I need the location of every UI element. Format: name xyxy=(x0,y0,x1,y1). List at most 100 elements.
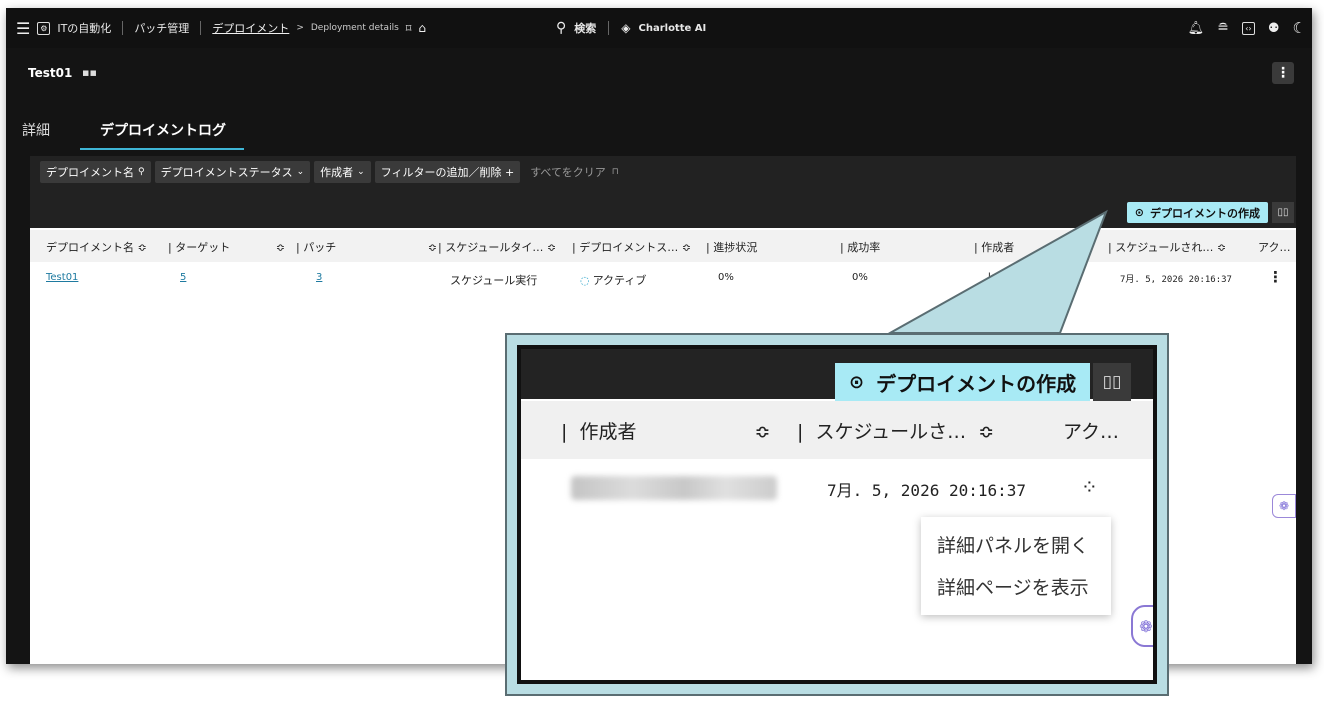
filter-deployment-status[interactable]: デプロイメントステータス ⌄ xyxy=(154,161,311,183)
column-header-progress[interactable]: | 進捗状況 xyxy=(706,239,757,255)
header-label: アク… xyxy=(1063,421,1120,443)
target-count-link[interactable]: 5 xyxy=(180,272,186,283)
play-circle-icon: ⊙ xyxy=(849,371,865,393)
zoom-content: ⊙ デプロイメントの作成 ▯▯ | 作成者 ≎ | スケジュールさ… ≎ アク… … xyxy=(517,345,1157,684)
app-name[interactable]: ITの自動化 xyxy=(57,20,111,36)
it-automation-icon: ⚙ xyxy=(37,21,51,35)
success-rate-cell: 0% xyxy=(852,272,868,283)
filter-label: フィルターの追加／削除 + xyxy=(380,166,515,179)
patch-count-link[interactable]: 3 xyxy=(316,272,322,283)
row-actions-kebab-icon[interactable]: ⋮ xyxy=(1268,268,1283,286)
row-actions-menu: 詳細パネルを開く 詳細ページを表示 xyxy=(921,517,1111,615)
table-row: Test01 5 3 スケジュール実行 ◌ アクティブ 0% 0% kent 7月… xyxy=(30,262,1296,294)
play-circle-icon: ⊙ xyxy=(1134,206,1144,219)
column-header-success-rate[interactable]: | 成功率 xyxy=(840,239,880,255)
page-title: Test01 xyxy=(28,66,73,80)
charlotte-ai-icon[interactable]: ◈ xyxy=(621,21,630,35)
code-icon[interactable]: ‹› xyxy=(1241,21,1255,35)
section-name[interactable]: パッチ管理 xyxy=(134,20,189,36)
header-label: スケジュールタイ… xyxy=(445,241,544,254)
column-header-author[interactable]: | 作成者 xyxy=(974,239,1014,255)
add-remove-filter-button[interactable]: フィルターの追加／削除 + xyxy=(374,161,521,183)
zoom-create-deployment-button[interactable]: ⊙ デプロイメントの作成 xyxy=(835,363,1091,401)
column-header-schedule-type[interactable]: | スケジュールタイ… ≎ xyxy=(438,239,556,255)
tab-deployment-log[interactable]: デプロイメントログ xyxy=(80,116,244,150)
home-icon[interactable]: ⌂ xyxy=(418,21,426,35)
column-header-scheduled[interactable]: | スケジュールされ… ≎ xyxy=(1108,239,1226,255)
redacted-author xyxy=(571,476,777,500)
deployment-name-link[interactable]: Test01 xyxy=(46,272,78,283)
filter-author[interactable]: 作成者 ⌄ xyxy=(314,161,371,183)
menu-item-view-detail-page[interactable]: 詳細ページを表示 xyxy=(937,573,1089,600)
chevron-down-icon: ⌄ xyxy=(296,167,305,177)
charlotte-ai-bubble-icon[interactable]: ❁ xyxy=(1272,494,1296,518)
separator xyxy=(200,21,202,35)
tab-bar: 詳細 デプロイメントログ xyxy=(6,116,244,150)
author-cell: kent xyxy=(988,272,1010,283)
create-deployment-label: デプロイメントの作成 xyxy=(1150,206,1260,220)
moon-icon[interactable]: ☾ xyxy=(1293,19,1306,37)
header-label: デプロイメント名 xyxy=(46,241,134,254)
zoom-row-actions-icon[interactable]: ⁘ xyxy=(1081,475,1098,499)
scheduled-time-cell: 7月. 5, 2026 20:16:37 xyxy=(1120,275,1232,285)
tab-details[interactable]: 詳細 xyxy=(6,116,66,148)
zoom-table-row: 7月. 5, 2026 20:16:37 ⁘ xyxy=(521,459,1153,519)
zoom-scheduled-time: 7月. 5, 2026 20:16:37 xyxy=(827,481,1027,500)
filter-label: 作成者 xyxy=(320,166,354,179)
charlotte-ai-label[interactable]: Charlotte AI xyxy=(639,23,707,34)
header-label: ターゲット xyxy=(175,241,231,254)
zoom-charlotte-ai-bubble-icon[interactable]: ❁ xyxy=(1131,605,1153,647)
bookmark-icon[interactable]: ⌑ xyxy=(406,22,412,35)
zoom-header-scheduled[interactable]: | スケジュールさ… ≎ xyxy=(797,417,994,444)
bell-icon[interactable]: 🔔︎ xyxy=(1188,21,1205,36)
top-navigation-bar: ☰ ⚙ ITの自動化 パッチ管理 デプロイメント > Deployment de… xyxy=(6,8,1312,48)
zoom-header-author[interactable]: | 作成者 ≎ xyxy=(561,417,770,444)
create-deployment-button[interactable]: ⊙ デプロイメントの作成 xyxy=(1126,202,1268,223)
search-icon: ⚲ xyxy=(138,167,145,177)
header-label: 成功率 xyxy=(847,241,881,254)
column-settings-icon[interactable]: ▯▯ xyxy=(1272,202,1294,223)
clear-all-label: すべてをクリア xyxy=(530,166,606,179)
search-label[interactable]: 検索 xyxy=(574,20,596,36)
lock-icon: ⊓ xyxy=(611,167,619,177)
table-header: デプロイメント名 ≎ | ターゲット ≎ | パッチ ≎ | スケジュールタイ…… xyxy=(30,230,1296,262)
column-header-name[interactable]: デプロイメント名 ≎ xyxy=(46,239,147,255)
zoom-callout: ⊙ デプロイメントの作成 ▯▯ | 作成者 ≎ | スケジュールさ… ≎ アク… … xyxy=(505,333,1169,696)
separator xyxy=(122,21,124,35)
header-label: スケジュールされ… xyxy=(1115,241,1214,254)
column-header-target[interactable]: | ターゲット ≎ xyxy=(168,239,285,255)
search-icon[interactable]: ⚲ xyxy=(556,20,566,36)
column-header-patch[interactable]: | パッチ ≎ xyxy=(296,239,437,255)
header-label: 進捗状況 xyxy=(713,241,758,254)
chevron-down-icon: ⌄ xyxy=(357,167,365,177)
page-menu-button[interactable]: ⋮ xyxy=(1272,62,1294,84)
menu-item-open-detail-panel[interactable]: 詳細パネルを開く xyxy=(937,531,1089,558)
column-header-status[interactable]: | デプロイメントス… ≎ xyxy=(572,239,691,255)
user-icon[interactable]: ⚉ xyxy=(1268,21,1280,36)
filter-deployment-name[interactable]: デプロイメント名 ⚲ xyxy=(40,161,151,183)
header-label: 作成者 xyxy=(981,241,1015,254)
filter-label: デプロイメントステータス xyxy=(160,166,293,179)
breadcrumb-separator: > xyxy=(296,23,304,33)
header-label: 作成者 xyxy=(579,421,637,443)
header-label: スケジュールさ… xyxy=(815,421,967,443)
stack-icon[interactable]: ≘ xyxy=(1217,20,1229,36)
filter-label: デプロイメント名 xyxy=(46,166,134,179)
progress-cell: 0% xyxy=(718,272,734,283)
schedule-type-cell: スケジュール実行 xyxy=(450,274,538,287)
spinner-icon: ◌ xyxy=(580,274,590,287)
clear-all-button[interactable]: すべてをクリア ⊓ xyxy=(524,161,625,183)
column-header-actions: アク… xyxy=(1258,239,1290,255)
header-label: アク… xyxy=(1258,241,1291,254)
status-cell: ◌ アクティブ xyxy=(580,272,646,288)
separator xyxy=(608,21,610,35)
zoom-header-actions: アク… xyxy=(1063,417,1119,444)
zoom-table-header: | 作成者 ≎ | スケジュールさ… ≎ アク… xyxy=(521,401,1153,459)
windows-icon: ▪▪ xyxy=(82,66,97,79)
hamburger-icon[interactable]: ☰ xyxy=(16,19,30,38)
status-label: アクティブ xyxy=(592,274,647,287)
header-label: デプロイメントス… xyxy=(579,241,679,254)
zoom-column-settings-icon[interactable]: ▯▯ xyxy=(1093,363,1131,401)
breadcrumb-deployment-link[interactable]: デプロイメント xyxy=(212,20,289,36)
filter-bar: デプロイメント名 ⚲ デプロイメントステータス ⌄ 作成者 ⌄ フィルターの追加… xyxy=(30,156,1296,188)
